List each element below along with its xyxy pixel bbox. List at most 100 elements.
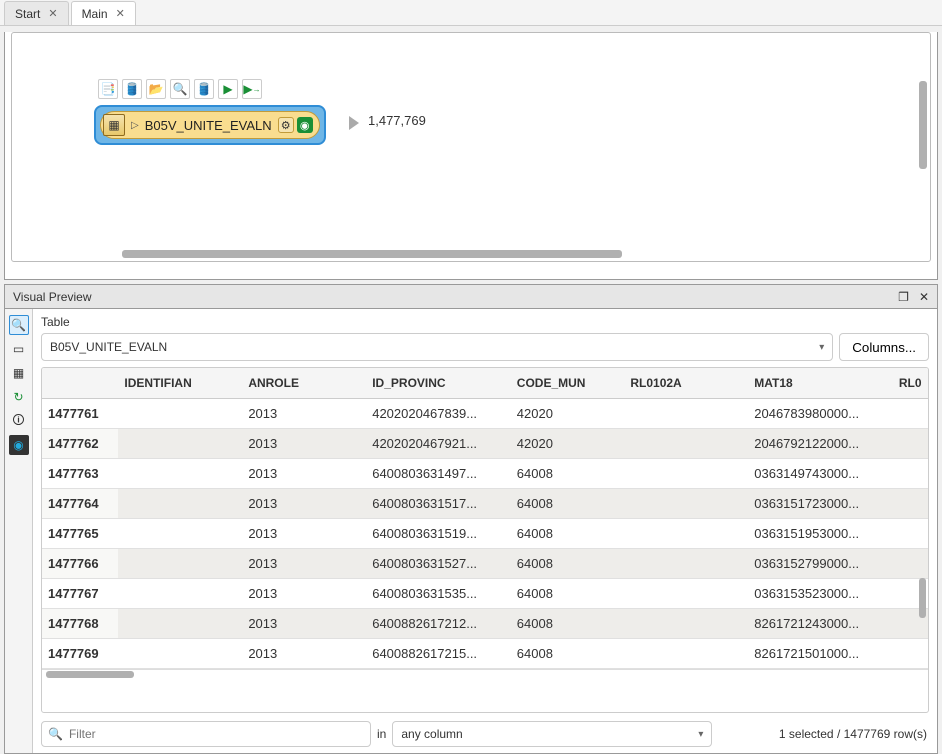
run-icon[interactable]: ▶ [218, 79, 238, 99]
close-icon[interactable]: ✕ [48, 7, 57, 20]
cell-identifian [118, 488, 242, 518]
cell-code-mun: 42020 [511, 428, 625, 458]
cell-id-provinc: 6400803631527... [366, 548, 511, 578]
table-row[interactable]: 147776820136400882617212...6400882617212… [42, 608, 928, 638]
node-toolbar: 📑 🛢️ 📂 🔍 🛢️ ▶ ▶→ [98, 79, 262, 99]
table-outline-icon[interactable]: ▭ [9, 339, 29, 359]
header-id-provinc[interactable]: ID_PROVINC [366, 368, 511, 398]
close-icon[interactable]: ✕ [919, 290, 929, 304]
cell-code-mun: 64008 [511, 458, 625, 488]
header-rl0102a[interactable]: RL0102A [624, 368, 748, 398]
grid-icon[interactable]: ▦ [9, 363, 29, 383]
cell-rl0102a [624, 458, 748, 488]
reader-node[interactable]: ▦ ▷ B05V_UNITE_EVALN ⚙ ◉ 1,477,769 [94, 105, 326, 145]
close-icon[interactable]: ✕ [116, 7, 125, 20]
cell-identifian [118, 458, 242, 488]
cell-code-mun: 64008 [511, 608, 625, 638]
tab-label: Main [82, 7, 108, 21]
cell-identifian [118, 428, 242, 458]
cell-id-provinc: 6400803631517... [366, 488, 511, 518]
filter-column-dropdown[interactable]: any column ▾ [392, 721, 712, 747]
cell-rl0 [893, 398, 928, 428]
cell-anrole: 2013 [242, 548, 366, 578]
cell-mat18: 0363152799000... [748, 548, 893, 578]
header-code-mun[interactable]: CODE_MUN [511, 368, 625, 398]
table-panel: Table B05V_UNITE_EVALN ▾ Columns... IDEN… [33, 309, 937, 753]
cell-id-provinc: 6400882617215... [366, 638, 511, 668]
cell-rownum: 1477762 [42, 428, 118, 458]
filter-input-wrapper[interactable]: 🔍 [41, 721, 371, 747]
cell-code-mun: 64008 [511, 488, 625, 518]
preview-icon[interactable]: ◉ [297, 117, 313, 133]
header-mat18[interactable]: MAT18 [748, 368, 893, 398]
cell-mat18: 2046783980000... [748, 398, 893, 428]
canvas-wrapper: 📑 🛢️ 📂 🔍 🛢️ ▶ ▶→ ▦ ▷ B05V_UNITE_EVALN ⚙ … [4, 32, 938, 280]
cell-anrole: 2013 [242, 608, 366, 638]
workflow-canvas[interactable]: 📑 🛢️ 📂 🔍 🛢️ ▶ ▶→ ▦ ▷ B05V_UNITE_EVALN ⚙ … [11, 32, 931, 262]
cell-mat18: 0363149743000... [748, 458, 893, 488]
horizontal-scrollbar[interactable] [42, 669, 928, 679]
table-row[interactable]: 147776220134202020467921...4202020467921… [42, 428, 928, 458]
cell-mat18: 0363151953000... [748, 518, 893, 548]
table-row[interactable]: 147776120134202020467839...4202020467839… [42, 398, 928, 428]
cell-rl0 [893, 548, 928, 578]
record-icon[interactable]: ◉ [9, 435, 29, 455]
cell-mat18: 0363151723000... [748, 488, 893, 518]
cell-id-provinc: 6400803631519... [366, 518, 511, 548]
table-row[interactable]: 147776720136400803631535...6400803631535… [42, 578, 928, 608]
dataset-name: B05V_UNITE_EVALN [50, 340, 167, 354]
cell-rl0102a [624, 608, 748, 638]
cell-mat18: 8261721501000... [748, 638, 893, 668]
cell-rownum: 1477769 [42, 638, 118, 668]
chevron-down-icon: ▾ [819, 342, 824, 353]
folder-open-icon[interactable]: 📂 [146, 79, 166, 99]
database-icon[interactable]: 🛢️ [194, 79, 214, 99]
cell-anrole: 2013 [242, 428, 366, 458]
header-identifian[interactable]: IDENTIFIAN [118, 368, 242, 398]
output-arrow-icon [349, 116, 359, 130]
filter-column-value: any column [401, 727, 462, 741]
header-anrole[interactable]: ANROLE [242, 368, 366, 398]
cell-rownum: 1477768 [42, 608, 118, 638]
database-add-icon[interactable]: 🛢️ [122, 79, 142, 99]
cell-rownum: 1477764 [42, 488, 118, 518]
cell-rownum: 1477767 [42, 578, 118, 608]
cell-rl0102a [624, 428, 748, 458]
cell-code-mun: 64008 [511, 518, 625, 548]
table-row[interactable]: 1477764 20136400803631517...64008 03631517… [42, 488, 928, 518]
cell-identifian [118, 638, 242, 668]
vertical-scrollbar[interactable] [919, 81, 927, 169]
cell-identifian [118, 518, 242, 548]
search-icon: 🔍 [48, 727, 63, 741]
table-icon: ▦ [103, 114, 125, 136]
tab-start[interactable]: Start ✕ [4, 1, 69, 25]
visual-preview-panel: 🔍 ▭ ▦ ↻ 🛈 ◉ Table B05V_UNITE_EVALN ▾ Col… [4, 308, 938, 754]
dataset-dropdown[interactable]: B05V_UNITE_EVALN ▾ [41, 333, 833, 361]
run-from-icon[interactable]: ▶→ [242, 79, 262, 99]
cell-id-provinc: 6400803631535... [366, 578, 511, 608]
cell-identifian [118, 548, 242, 578]
gear-icon[interactable]: ⚙ [278, 117, 294, 133]
tab-main[interactable]: Main ✕ [71, 1, 136, 25]
inspect-icon[interactable]: 🔍 [170, 79, 190, 99]
refresh-icon[interactable]: ↻ [9, 387, 29, 407]
header-rl0[interactable]: RL0 [893, 368, 928, 398]
inspect-icon[interactable]: 🔍 [9, 315, 29, 335]
info-icon[interactable]: 🛈 [9, 411, 29, 431]
cell-id-provinc: 6400803631497... [366, 458, 511, 488]
cell-anrole: 2013 [242, 488, 366, 518]
expand-icon[interactable]: ▷ [131, 120, 139, 131]
cell-id-provinc: 4202020467839... [366, 398, 511, 428]
horizontal-scrollbar[interactable] [122, 250, 622, 258]
table-row[interactable]: 147776920136400882617215...6400882617215… [42, 638, 928, 668]
table-row[interactable]: 147776620136400803631527...6400803631527… [42, 548, 928, 578]
columns-button[interactable]: Columns... [839, 333, 929, 361]
header-rownum[interactable] [42, 368, 118, 398]
table-row[interactable]: 147776320136400803631497...6400803631497… [42, 458, 928, 488]
filter-input[interactable] [69, 727, 364, 741]
restore-icon[interactable]: ❐ [898, 290, 909, 304]
cell-mat18: 2046792122000... [748, 428, 893, 458]
table-row[interactable]: 147776520136400803631519...6400803631519… [42, 518, 928, 548]
vertical-scrollbar[interactable] [919, 578, 926, 618]
transformer-icon[interactable]: 📑 [98, 79, 118, 99]
